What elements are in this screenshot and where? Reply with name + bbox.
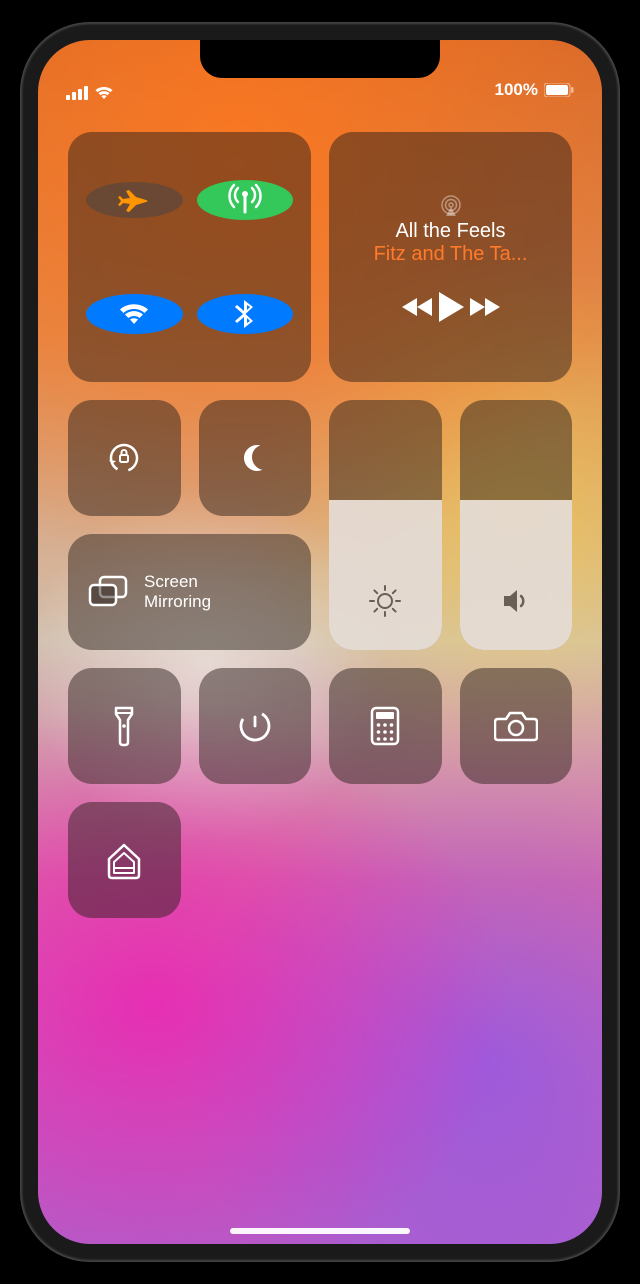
music-module[interactable]: All the Feels Fitz and The Ta...: [329, 132, 572, 382]
home-button[interactable]: [68, 802, 181, 918]
screen-mirroring-icon: [86, 573, 130, 611]
bluetooth-toggle[interactable]: [197, 294, 294, 334]
screen: 100%: [38, 40, 602, 1244]
screen-mirroring-button[interactable]: Screen Mirroring: [68, 534, 311, 650]
bluetooth-icon: [225, 294, 265, 334]
cellular-signal-icon: [66, 86, 88, 100]
brightness-slider[interactable]: [329, 400, 442, 650]
brightness-icon: [366, 582, 404, 620]
connectivity-module[interactable]: [68, 132, 311, 382]
control-center: All the Feels Fitz and The Ta...: [68, 132, 572, 918]
wifi-toggle[interactable]: [86, 294, 183, 334]
moon-icon: [237, 440, 273, 476]
calculator-button[interactable]: [329, 668, 442, 784]
battery-percent: 100%: [495, 80, 538, 100]
status-right: 100%: [495, 80, 574, 100]
antenna-icon: [225, 180, 265, 220]
play-button[interactable]: [436, 290, 466, 324]
song-title: All the Feels: [374, 220, 528, 243]
do-not-disturb-toggle[interactable]: [199, 400, 312, 516]
screen-mirroring-label: Screen Mirroring: [144, 572, 211, 611]
airplane-mode-toggle[interactable]: [86, 182, 183, 218]
home-indicator[interactable]: [230, 1228, 410, 1234]
camera-icon: [494, 709, 538, 743]
wifi-status-icon: [94, 86, 114, 100]
calculator-icon: [369, 706, 401, 746]
flashlight-button[interactable]: [68, 668, 181, 784]
rotation-lock-icon: [104, 438, 144, 478]
timer-icon: [235, 706, 275, 746]
previous-track-button[interactable]: [400, 295, 436, 319]
volume-slider[interactable]: [460, 400, 573, 650]
flashlight-icon: [112, 704, 136, 748]
home-icon: [103, 839, 145, 881]
orientation-lock-toggle[interactable]: [68, 400, 181, 516]
airplay-audio-icon[interactable]: [439, 194, 463, 218]
speaker-icon: [497, 582, 535, 620]
device-frame: 100%: [20, 22, 620, 1262]
airplane-icon: [116, 182, 152, 218]
notch: [200, 40, 440, 78]
camera-button[interactable]: [460, 668, 573, 784]
next-track-button[interactable]: [466, 295, 502, 319]
battery-icon: [544, 83, 574, 97]
song-artist: Fitz and The Ta...: [374, 243, 528, 266]
cellular-data-toggle[interactable]: [197, 180, 294, 220]
wifi-icon: [114, 294, 154, 334]
timer-button[interactable]: [199, 668, 312, 784]
status-left: [66, 86, 114, 100]
